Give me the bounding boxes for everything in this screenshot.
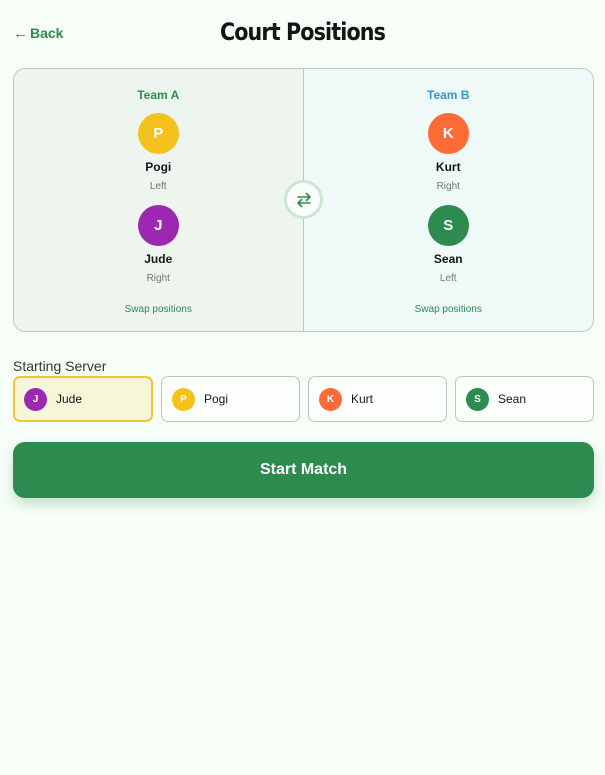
server-option-pogi[interactable]: P Pogi xyxy=(161,376,300,422)
avatar: P xyxy=(137,113,179,154)
player-position: Right xyxy=(146,273,170,284)
team-b-side: Team B K Kurt Right S Sean Left Swap pos… xyxy=(303,69,594,331)
avatar: K xyxy=(319,387,342,411)
player-position: Right xyxy=(436,181,460,192)
player-name: Kurt xyxy=(435,160,461,174)
team-b-label: Team B xyxy=(427,88,470,102)
player-card-sean: S Sean Left xyxy=(304,205,594,284)
player-name: Sean xyxy=(433,252,463,266)
server-name: Pogi xyxy=(204,392,229,406)
player-name: Pogi xyxy=(145,160,172,174)
avatar: J xyxy=(137,205,179,246)
team-a-label: Team A xyxy=(137,88,180,102)
avatar: J xyxy=(24,387,47,411)
player-position: Left xyxy=(149,181,167,192)
header: ← Back Court Positions xyxy=(0,0,605,70)
team-a-swap-positions-button[interactable]: Swap positions xyxy=(14,304,303,315)
avatar: S xyxy=(427,205,469,246)
player-card-jude: J Jude Right xyxy=(14,205,303,284)
back-arrow-icon: ← xyxy=(13,24,28,42)
server-option-jude[interactable]: J Jude xyxy=(13,376,153,422)
swap-arrows-icon xyxy=(296,192,311,207)
avatar: K xyxy=(427,113,469,154)
server-name: Kurt xyxy=(351,392,374,406)
start-match-button[interactable]: Start Match xyxy=(13,442,594,498)
player-card-pogi: P Pogi Left xyxy=(14,113,303,192)
server-option-sean[interactable]: S Sean xyxy=(455,376,594,422)
page-title: Court Positions xyxy=(219,18,386,46)
swap-sides-button[interactable] xyxy=(284,180,323,219)
player-card-kurt: K Kurt Right xyxy=(304,113,594,192)
avatar: S xyxy=(466,387,489,411)
starting-server-title: Starting Server xyxy=(13,358,107,374)
team-b-swap-positions-button[interactable]: Swap positions xyxy=(304,304,594,315)
player-name: Jude xyxy=(144,252,173,266)
server-options: J Jude P Pogi K Kurt S Sean xyxy=(13,376,594,422)
avatar: P xyxy=(172,387,195,411)
team-a-side: Team A P Pogi Left J Jude Right Swap pos… xyxy=(14,69,304,331)
player-position: Left xyxy=(439,273,457,284)
server-name: Jude xyxy=(56,392,83,406)
server-name: Sean xyxy=(498,392,527,406)
server-option-kurt[interactable]: K Kurt xyxy=(308,376,447,422)
